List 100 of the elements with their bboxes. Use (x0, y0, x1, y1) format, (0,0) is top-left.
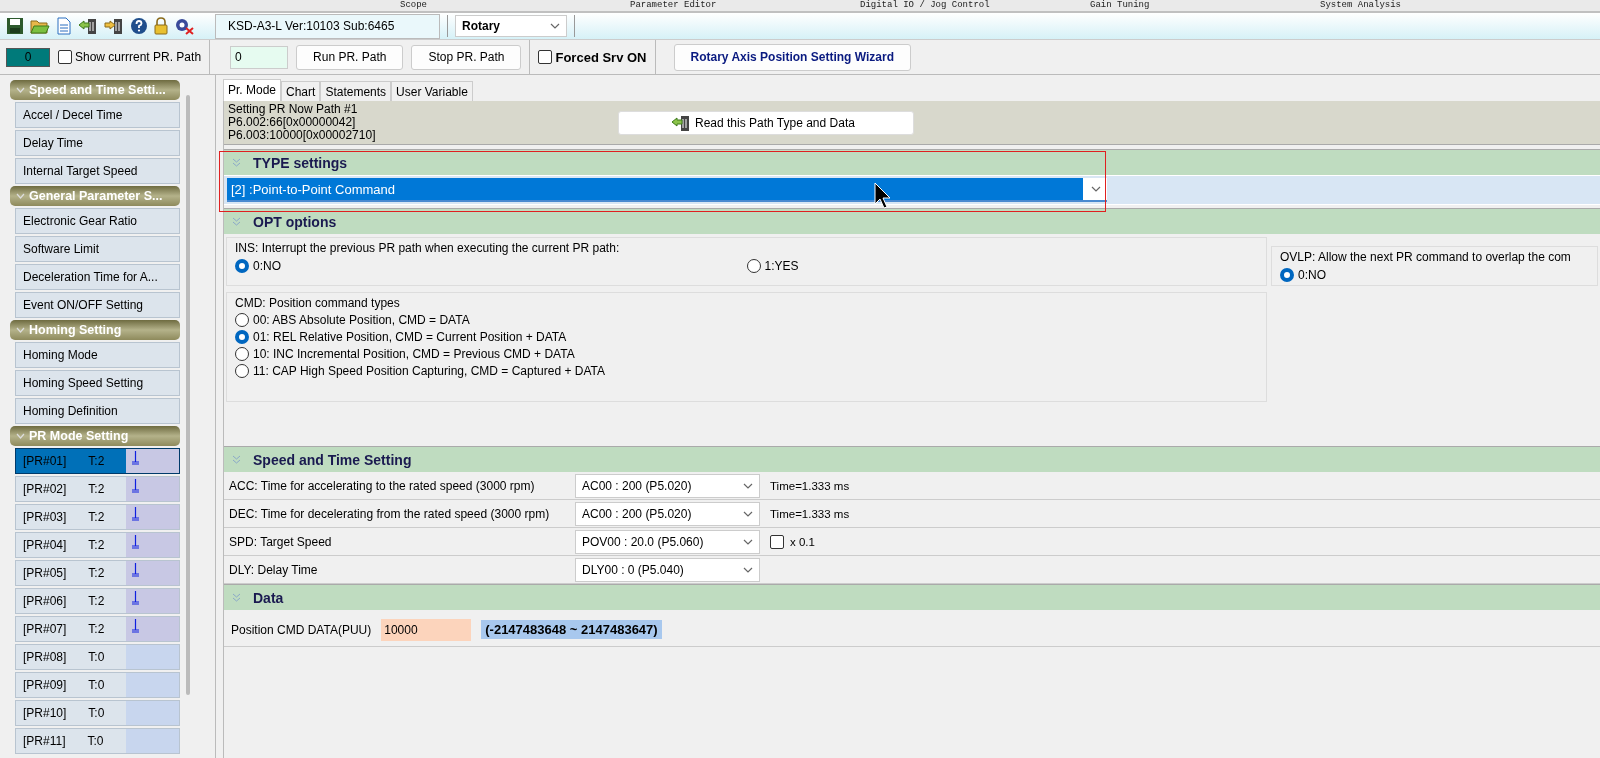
chevron-down-icon (16, 87, 25, 93)
sidebar-item[interactable]: Deceleration Time for A... (15, 264, 180, 290)
range-label: (-2147483648 ~ 2147483647) (481, 620, 662, 639)
path-input[interactable]: 0 (230, 45, 289, 69)
arrow-out-of-panel-icon[interactable] (104, 17, 124, 35)
folder-icon[interactable] (30, 17, 50, 35)
arrow-into-panel-icon (671, 113, 691, 132)
radio-button[interactable] (746, 259, 761, 273)
pr-type: T:2 (88, 510, 105, 524)
chevron-down-icon (16, 433, 25, 439)
checkbox-label: Show currrent PR. Path (75, 50, 202, 64)
info-line: P6.003:10000[0x00002710] (228, 129, 377, 142)
save-icon[interactable] (6, 17, 24, 35)
pr-label: [PR#05] (23, 566, 67, 580)
setting-dropdown[interactable]: AC00 : 200 (P5.020) (575, 501, 760, 526)
radio-button[interactable] (235, 347, 249, 361)
checkbox-label: x 0.1 (790, 535, 815, 548)
sidebar-item[interactable]: Homing Definition (15, 398, 180, 424)
read-path-button[interactable]: Read this Path Type and Data (618, 110, 914, 135)
pr-path-item[interactable]: [PR#02] T:2 (15, 476, 180, 502)
data-label: Position CMD DATA(PUU) (231, 622, 372, 637)
info-line: Setting PR Now Path #1 (228, 103, 359, 116)
sidebar-item[interactable]: Delay Time (15, 130, 180, 156)
section-header[interactable]: OPT options (224, 208, 1600, 234)
pr-type: T:0 (88, 706, 105, 720)
group-label: INS: Interrupt the previous PR path when executing the current PR path: (235, 241, 621, 255)
radio-button[interactable] (235, 313, 249, 327)
section-header[interactable]: TYPE settings (224, 149, 1600, 175)
setting-dropdown[interactable]: POV00 : 20.0 (P5.060) (575, 529, 760, 554)
radio-label: 0:NO (1298, 268, 1326, 282)
pr-label: [PR#10] (23, 706, 67, 720)
arrow-into-panel-icon[interactable] (78, 17, 98, 35)
chevron-down-icon (743, 538, 753, 545)
radio-label: 10: INC Incremental Position, CMD = Previous CMD + DATA (253, 347, 575, 361)
radio-button[interactable] (235, 259, 249, 273)
pr-path-item[interactable]: [PR#11] T:0 (15, 728, 180, 754)
document-icon[interactable] (56, 17, 72, 35)
menu-tab[interactable]: Gain Tuning (1090, 0, 1320, 11)
run-path-button[interactable]: Run PR. Path (296, 44, 404, 70)
time-reading: Time=1.333 ms (770, 507, 850, 520)
setting-dropdown[interactable]: DLY00 : 0 (P5.040) (575, 557, 760, 582)
radio-label: 00: ABS Absolute Position, CMD = DATA (253, 313, 470, 327)
setting-label: DEC: Time for decelerating from the rated speed (3000 rpm) (229, 506, 551, 521)
stop-path-button[interactable]: Stop PR. Path (411, 44, 522, 70)
radio-label: 11: CAP High Speed Position Capturing, CMD = Captured + DATA (253, 364, 605, 378)
wizard-button[interactable]: Rotary Axis Position Setting Wizard (673, 43, 911, 71)
tab[interactable]: Statements (320, 81, 392, 101)
pr-type: T:2 (88, 566, 105, 580)
pr-path-item[interactable]: [PR#10] T:0 (15, 700, 180, 726)
sidebar-item[interactable]: Homing Speed Setting (15, 370, 180, 396)
mode-dropdown[interactable]: Rotary (455, 15, 567, 37)
menu-tab[interactable]: System Analysis (1320, 0, 1550, 11)
radio-label: 1:YES (764, 259, 799, 273)
path-marker-icon (131, 507, 140, 521)
setting-dropdown[interactable]: AC00 : 200 (P5.020) (575, 473, 760, 498)
scrollbar[interactable] (186, 95, 190, 695)
menu-tab[interactable]: Parameter Editor (630, 0, 860, 11)
radio-button[interactable] (235, 330, 249, 344)
checkbox-label: Forced Srv ON (555, 49, 647, 65)
section-header[interactable]: Speed and Time Setting (224, 446, 1600, 472)
pr-path-item[interactable]: [PR#05] T:2 (15, 560, 180, 586)
data-input[interactable]: 10000 (381, 618, 472, 641)
section-header[interactable]: Data (224, 584, 1600, 610)
pr-label: [PR#11] (23, 734, 66, 748)
type-dropdown[interactable]: [2] :Point-to-Point Command (227, 178, 1107, 202)
checkbox[interactable] (770, 534, 784, 549)
chevron-down-icon (16, 327, 25, 333)
checkbox[interactable] (538, 50, 553, 64)
sidebar-item[interactable]: Internal Target Speed (15, 158, 180, 184)
pr-path-item[interactable]: [PR#07] T:2 (15, 616, 180, 642)
padlock-icon[interactable] (154, 17, 168, 35)
pr-path-item[interactable]: [PR#03] T:2 (15, 504, 180, 530)
sidebar-item[interactable]: Event ON/OFF Setting (15, 292, 180, 318)
checkbox[interactable] (58, 50, 72, 64)
tab[interactable]: Pr. Mode (223, 79, 282, 101)
pr-path-item[interactable]: [PR#01] T:2 (15, 448, 180, 474)
time-reading: Time=1.333 ms (770, 479, 850, 492)
pr-path-item[interactable]: [PR#04] T:2 (15, 532, 180, 558)
double-chevron-icon (232, 592, 241, 603)
help-icon[interactable] (130, 17, 148, 35)
radio-button[interactable] (1280, 268, 1294, 282)
radio-button[interactable] (235, 364, 249, 378)
path-marker-icon (131, 563, 140, 577)
tab[interactable]: User Variable (391, 81, 473, 101)
tab[interactable]: Chart (281, 81, 321, 101)
menu-tab[interactable]: Digital IO / Jog Control (860, 0, 1090, 11)
chevron-down-icon (743, 510, 753, 517)
pr-type: T:0 (88, 678, 105, 692)
menu-tab[interactable]: Scope (400, 0, 630, 11)
sidebar-item[interactable]: Accel / Decel Time (15, 102, 180, 128)
sidebar-item[interactable]: Homing Mode (15, 342, 180, 368)
pr-label: [PR#08] (23, 650, 67, 664)
pr-path-item[interactable]: [PR#08] T:0 (15, 644, 180, 670)
pr-label: [PR#04] (23, 538, 67, 552)
sidebar-item[interactable]: Electronic Gear Ratio (15, 208, 180, 234)
group-label: CMD: Position command types (235, 296, 401, 310)
setting-label: SPD: Target Speed (229, 534, 333, 549)
pr-path-item[interactable]: [PR#09] T:0 (15, 672, 180, 698)
sidebar-item[interactable]: Software Limit (15, 236, 180, 262)
pr-path-item[interactable]: [PR#06] T:2 (15, 588, 180, 614)
